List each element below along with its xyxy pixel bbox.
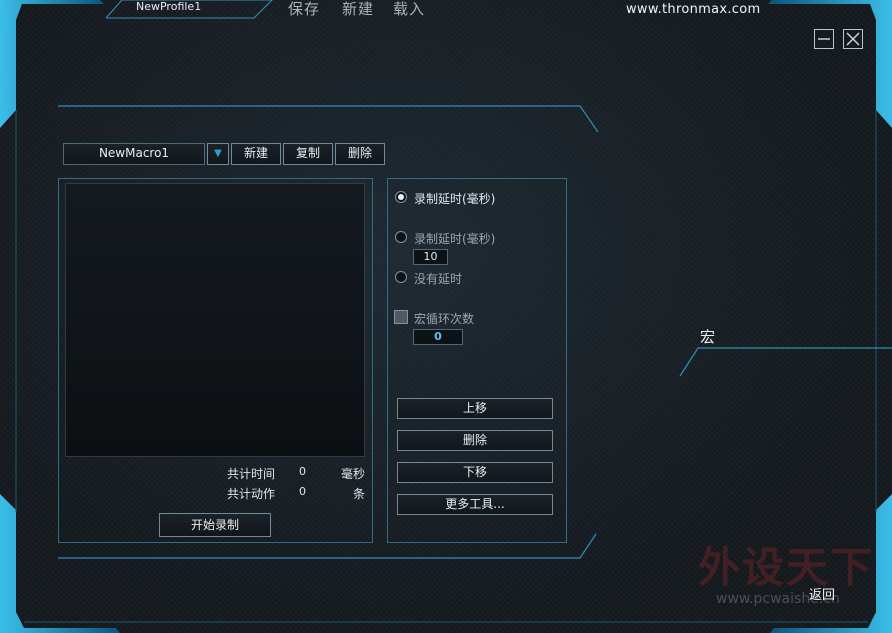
macro-event-list[interactable] — [65, 183, 365, 457]
move-down-button[interactable]: 下移 — [397, 462, 553, 483]
more-tools-button[interactable]: 更多工具... — [397, 494, 553, 515]
total-time-value: 0 — [299, 465, 306, 478]
close-icon — [846, 32, 860, 46]
menu-new[interactable]: 新建 — [342, 0, 374, 19]
loop-count-input[interactable]: 0 — [413, 329, 463, 345]
delete-event-button[interactable]: 删除 — [397, 430, 553, 451]
profile-tab[interactable]: NewProfile1 — [120, 0, 276, 16]
close-button[interactable] — [843, 29, 863, 49]
macro-select-value: NewMacro1 — [98, 146, 170, 160]
loop-count-label: 宏循环次数 — [414, 312, 475, 326]
record-delay-label: 录制延时(毫秒) — [414, 192, 496, 206]
custom-delay-radio[interactable] — [395, 231, 407, 243]
copy-macro-button[interactable]: 复制 — [283, 143, 333, 165]
chevron-down-icon: ▼ — [214, 148, 222, 159]
total-actions-label: 共计动作 — [227, 487, 276, 501]
menu-load[interactable]: 载入 — [393, 0, 425, 19]
start-recording-button[interactable]: 开始录制 — [159, 513, 271, 537]
macro-section-label: 宏 — [700, 328, 716, 346]
no-delay-radio[interactable] — [395, 271, 407, 283]
record-delay-radio[interactable] — [395, 191, 407, 203]
new-macro-button[interactable]: 新建 — [231, 143, 281, 165]
minimize-button[interactable] — [814, 29, 834, 49]
loop-checkbox[interactable] — [394, 310, 408, 324]
app-window: NewProfile1 保存 新建 载入 www.thronmax.com Ne… — [0, 0, 892, 633]
macro-dropdown-button[interactable]: ▼ — [207, 143, 229, 165]
custom-delay-label: 录制延时(毫秒) — [414, 232, 496, 246]
minimize-icon — [818, 38, 830, 40]
watermark-logo: 外设天下 — [698, 543, 875, 592]
menu-save[interactable]: 保存 — [288, 0, 320, 19]
no-delay-label: 没有延时 — [414, 272, 463, 286]
total-actions-value: 0 — [299, 485, 306, 498]
site-url[interactable]: www.thronmax.com — [626, 2, 760, 17]
move-up-button[interactable]: 上移 — [397, 398, 553, 419]
total-actions-unit: 条 — [353, 487, 366, 501]
delete-macro-button[interactable]: 删除 — [335, 143, 385, 165]
back-button[interactable]: 返回 — [809, 584, 835, 603]
total-time-unit: 毫秒 — [341, 467, 366, 481]
profile-name: NewProfile1 — [136, 0, 202, 13]
macro-select[interactable]: NewMacro1 — [63, 143, 205, 165]
total-time-label: 共计时间 — [227, 467, 276, 481]
custom-delay-input[interactable]: 10 — [413, 249, 448, 265]
